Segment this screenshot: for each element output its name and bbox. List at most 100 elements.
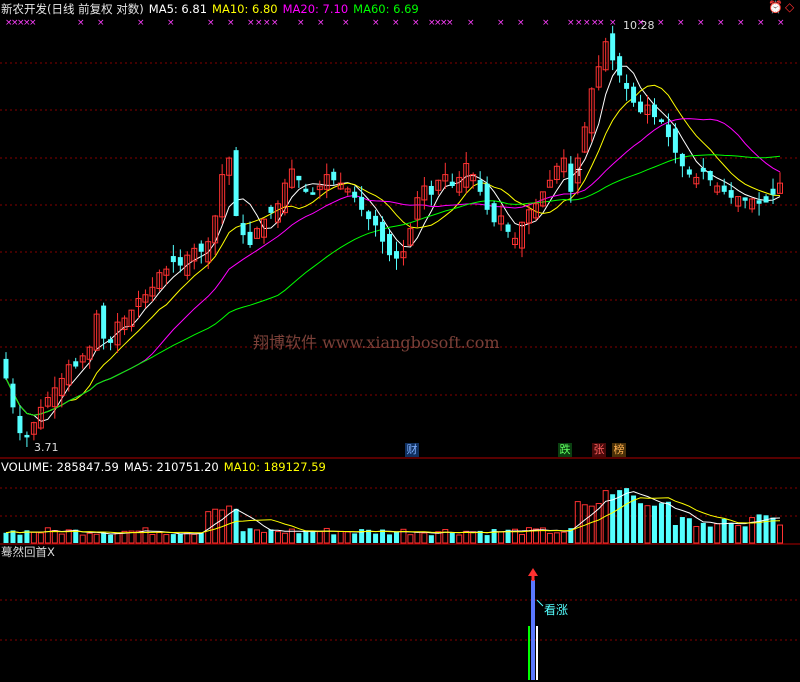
signal-text: 看涨 bbox=[544, 602, 568, 617]
candle-body-down bbox=[624, 82, 630, 89]
candle-body-down bbox=[707, 171, 713, 181]
x-marker: × bbox=[777, 18, 785, 28]
volume-bar-up bbox=[777, 524, 783, 544]
volume-bar-up bbox=[37, 532, 44, 544]
candle-body-down bbox=[3, 358, 9, 379]
volume-bar-up bbox=[581, 504, 588, 544]
volume-bar-down bbox=[742, 526, 748, 543]
candle-body-down bbox=[610, 33, 616, 61]
volume-ma5: MA5: 210751.20 bbox=[123, 460, 219, 474]
ma60-line bbox=[5, 154, 781, 416]
candle-body-down bbox=[170, 256, 176, 263]
candle-body-down bbox=[484, 183, 490, 210]
volume-bar-down bbox=[233, 508, 239, 543]
ma60-value: MA60: 6.69 bbox=[353, 2, 419, 16]
volume-bar-up bbox=[316, 531, 323, 544]
volume-bar-up bbox=[191, 533, 198, 544]
volume-bar-up bbox=[560, 531, 567, 544]
candle-body-down bbox=[268, 206, 274, 213]
volume-bar-up bbox=[546, 532, 553, 544]
candle-body-down bbox=[631, 86, 637, 103]
candle-body-down bbox=[352, 191, 358, 198]
volume-bar-down bbox=[728, 523, 734, 543]
volume-bars bbox=[3, 488, 783, 544]
x-marker: × bbox=[167, 18, 175, 28]
volume-bar-up bbox=[588, 505, 595, 544]
volume-bar-down bbox=[177, 534, 183, 543]
volume-bar-down bbox=[679, 517, 685, 543]
x-marker: × bbox=[207, 18, 215, 28]
candle-body-down bbox=[240, 223, 246, 236]
x-marker: × bbox=[717, 18, 725, 28]
diamond-icon[interactable]: ◇ bbox=[785, 0, 794, 14]
candle-body-down bbox=[359, 196, 365, 210]
volume-bar-up bbox=[142, 527, 149, 544]
volume-value: VOLUME: 285847.59 bbox=[1, 460, 119, 474]
volume-bar-up bbox=[749, 517, 756, 544]
volume-bar-up bbox=[344, 531, 351, 544]
x-marker: × bbox=[575, 18, 583, 28]
x-marker: × bbox=[137, 18, 145, 28]
candle-body-down bbox=[568, 163, 574, 192]
volume-bar-down bbox=[393, 531, 399, 543]
volume-bar-down bbox=[707, 526, 713, 543]
x-marker: × bbox=[263, 18, 271, 28]
candle-body-down bbox=[617, 56, 623, 76]
volume-bar-down bbox=[610, 494, 616, 543]
x-marker: × bbox=[317, 18, 325, 28]
x-marker: × bbox=[297, 18, 305, 28]
signal-bar-white bbox=[536, 626, 538, 680]
candle-body-down bbox=[177, 257, 183, 266]
t-marker: T bbox=[575, 168, 583, 179]
volume-bar-up bbox=[184, 532, 191, 544]
x-marker: × bbox=[412, 18, 420, 28]
volume-bar-down bbox=[387, 534, 393, 543]
x-marker: × bbox=[609, 18, 617, 28]
x-marker: × bbox=[567, 18, 575, 28]
indicator-signal bbox=[528, 568, 544, 680]
candle-body-down bbox=[10, 383, 16, 408]
x-marker: × bbox=[697, 18, 705, 28]
volume-bar-up bbox=[456, 534, 463, 544]
x-marker: × bbox=[517, 18, 525, 28]
x-marker: × bbox=[342, 18, 350, 28]
candle-body-down bbox=[756, 200, 762, 204]
volume-bar-up bbox=[442, 529, 449, 544]
volume-bar-up bbox=[553, 532, 560, 544]
volume-bar-up bbox=[44, 527, 51, 544]
event-label-bang: 榜 bbox=[612, 443, 626, 457]
volume-bar-up bbox=[498, 531, 505, 544]
volume-bar-down bbox=[170, 534, 176, 543]
volume-bar-up bbox=[86, 532, 93, 544]
volume-bar-down bbox=[303, 530, 309, 543]
candle-body-down bbox=[393, 251, 399, 259]
x-marker: × bbox=[597, 18, 605, 28]
volume-bar-up bbox=[149, 534, 156, 544]
watermark: 翔博软件 www.xiangbosoft.com bbox=[253, 333, 500, 352]
x-marker: × bbox=[247, 18, 255, 28]
volume-bar-up bbox=[114, 532, 121, 544]
volume-bar-down bbox=[352, 533, 358, 543]
candle-body-down bbox=[428, 185, 434, 195]
volume-bar-up bbox=[212, 508, 219, 544]
candle-body-down bbox=[17, 415, 23, 434]
volume-bar-down bbox=[624, 488, 630, 543]
alarm-clock-icon[interactable]: ⏰ bbox=[768, 0, 783, 14]
x-marker: × bbox=[497, 18, 505, 28]
x-marker: × bbox=[372, 18, 380, 28]
volume-bar-up bbox=[574, 501, 581, 544]
candle-body-down bbox=[742, 197, 748, 201]
candle-body-down bbox=[449, 181, 455, 187]
event-markers: ××××× × × × × × × × × × × × × × × × × ×××× × × × × × × × ×× × × × × × ×… bbox=[5, 18, 785, 28]
x-marker: × bbox=[97, 18, 105, 28]
volume-bar-down bbox=[721, 518, 727, 543]
ma10-line bbox=[5, 84, 781, 416]
candle-body-down bbox=[387, 233, 393, 256]
volume-bar-down bbox=[268, 529, 274, 543]
x-marker: × bbox=[757, 18, 765, 28]
signal-bar-green bbox=[528, 626, 530, 680]
indicator-name: 蓦然回首X bbox=[1, 545, 55, 559]
candle-body-down bbox=[721, 185, 727, 192]
event-label-die: 跌 bbox=[558, 443, 572, 457]
volume-bar-up bbox=[156, 531, 163, 544]
